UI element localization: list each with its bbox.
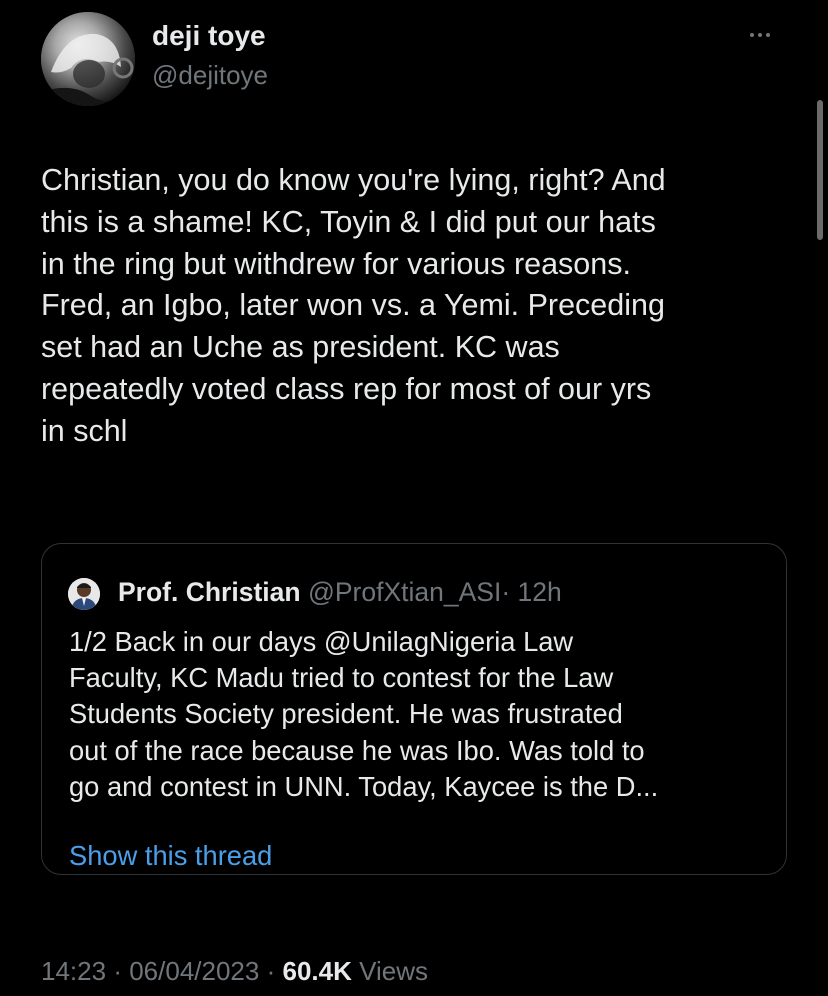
tweet-text: Christian, you do know you're lying, rig… [41, 160, 791, 453]
quoted-author-handle[interactable]: @ProfXtian_ASI [308, 577, 501, 607]
meta-separator: · [113, 956, 122, 986]
more-horizontal-icon-dot [758, 33, 762, 37]
views-label: Views [359, 956, 429, 986]
quoted-author-avatar-image [68, 578, 100, 610]
tweet-text-line: in schl [41, 413, 128, 448]
quoted-text-line: Students Society president. He was frust… [69, 698, 623, 730]
tweet-text-line: Christian, you do know you're lying, rig… [41, 163, 666, 197]
quoted-header-separator: · [501, 577, 511, 607]
quoted-text-line: Faculty, KC Madu tried to contest for th… [69, 662, 614, 694]
more-options-button[interactable] [735, 22, 785, 48]
quoted-tweet-card[interactable]: Prof. Christian @ProfXtian_ASI· 12h 1/2 … [41, 543, 787, 875]
quoted-tweet-time[interactable]: 12h [518, 577, 562, 607]
tweet-meta: 14:23 · 06/04/2023 · 60.4K Views [41, 954, 428, 988]
tweet-text-line: this is a shame! KC, Toyin & I did put o… [41, 204, 656, 239]
tweet-text-line: Fred, an Igbo, later won vs. a Yemi. Pre… [41, 288, 665, 323]
tweet-date[interactable]: 06/04/2023 [129, 956, 259, 986]
quoted-text-line: go and contest in UNN. Today, Kaycee is … [69, 770, 659, 802]
tweet-time[interactable]: 14:23 [41, 956, 106, 986]
quoted-text-line: 1/2 Back in our days @UnilagNigeria Law [69, 626, 574, 657]
author-avatar[interactable] [41, 12, 135, 106]
quoted-text-line: out of the race because he was Ibo. Was … [69, 734, 645, 766]
scrollbar-thumb[interactable] [817, 100, 823, 240]
author-display-name[interactable]: deji toye [152, 18, 266, 54]
tweet-text-line: set had an Uche as president. KC was [41, 330, 560, 365]
quoted-tweet-header: Prof. Christian @ProfXtian_ASI· 12h [118, 574, 562, 610]
more-horizontal-icon-dot [766, 33, 770, 37]
quoted-author-display-name[interactable]: Prof. Christian [118, 577, 301, 607]
show-thread-link[interactable]: Show this thread [69, 839, 272, 873]
views-count: 60.4K [282, 956, 352, 986]
quoted-tweet-text: 1/2 Back in our days @UnilagNigeria Law … [69, 624, 769, 805]
tweet-text-line: in the ring but withdrew for various rea… [41, 246, 631, 281]
tweet-text-line: repeatedly voted class rep for most of o… [41, 371, 652, 406]
author-avatar-image [41, 12, 135, 106]
quoted-author-avatar[interactable] [68, 578, 100, 610]
more-horizontal-icon [750, 33, 754, 37]
author-handle[interactable]: @dejitoye [152, 58, 268, 92]
meta-separator: · [266, 956, 276, 986]
